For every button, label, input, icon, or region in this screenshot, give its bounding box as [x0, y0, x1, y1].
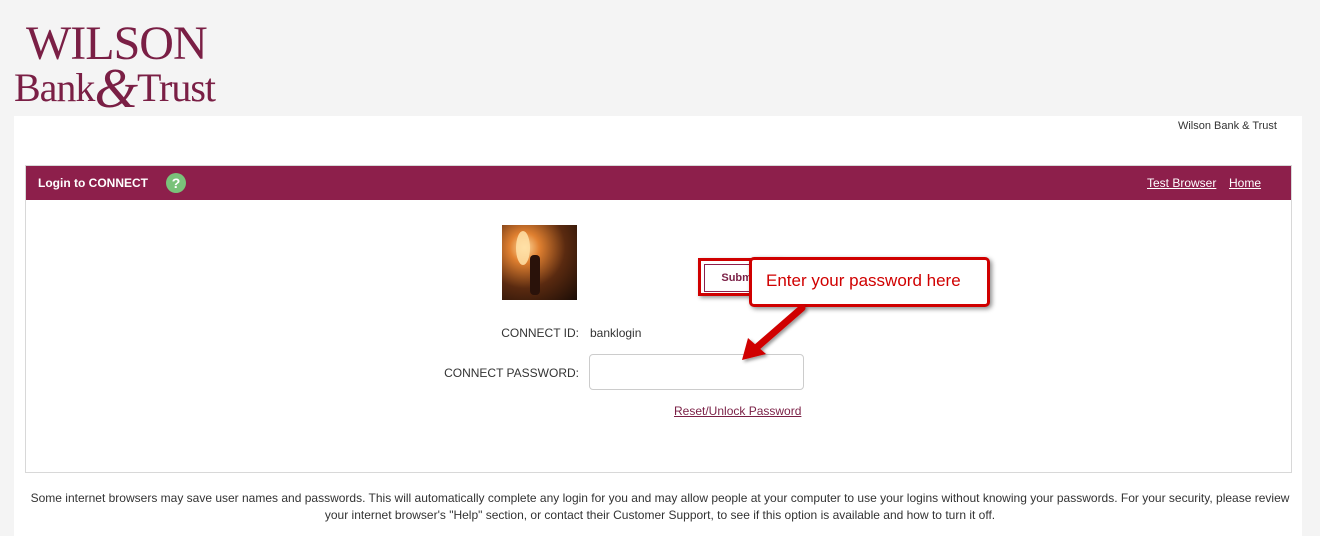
security-image-flame: [516, 231, 530, 265]
bank-logo[interactable]: WILSON Bank&Trust: [14, 20, 244, 118]
reset-password-link[interactable]: Reset/Unlock Password: [674, 404, 801, 418]
security-image: [502, 225, 577, 300]
home-link[interactable]: Home: [1229, 176, 1261, 190]
callout-text: Enter your password here: [766, 271, 961, 290]
logo-bank: Bank: [14, 65, 95, 110]
password-label: CONNECT PASSWORD:: [444, 366, 579, 380]
login-title: Login to CONNECT: [38, 176, 148, 190]
connect-id-value: banklogin: [590, 326, 642, 340]
footer-notice: Some internet browsers may save user nam…: [30, 491, 1290, 522]
bank-name-text: Wilson Bank & Trust: [1177, 120, 1277, 132]
main-panel: Wilson Bank & Trust Login to CONNECT ? T…: [14, 116, 1302, 536]
login-header: Login to CONNECT ? Test Browser Home: [26, 166, 1291, 200]
logo-amp: &: [94, 58, 138, 120]
logo-trust: Trust: [137, 65, 216, 110]
callout-arrow-icon: [742, 304, 806, 360]
connect-id-label: CONNECT ID:: [501, 326, 579, 340]
login-box: Login to CONNECT ? Test Browser Home CON…: [25, 165, 1292, 473]
security-image-figure: [530, 255, 540, 295]
help-icon[interactable]: ?: [166, 173, 186, 193]
logo-line2: Bank&Trust: [14, 61, 216, 117]
test-browser-link[interactable]: Test Browser: [1147, 176, 1216, 190]
